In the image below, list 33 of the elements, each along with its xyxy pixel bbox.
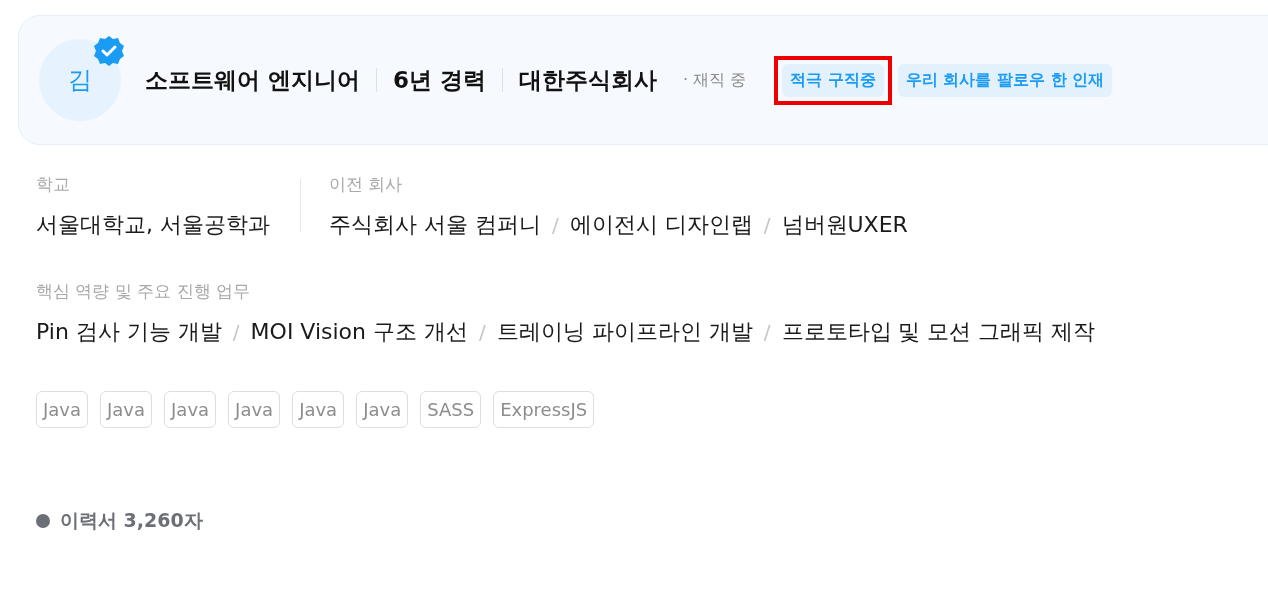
skill-tag: Java (292, 391, 345, 428)
school-name: 서울대학교, 서울공학과 (36, 211, 270, 239)
task-name: 프로토타입 및 모션 그래픽 제작 (781, 318, 1096, 346)
task-name: MOI Vision 구조 개선 (250, 318, 468, 346)
field-label: 이전 회사 (329, 173, 404, 196)
resume-length: 이력서 3,260자 (60, 508, 203, 533)
slash-separator: / (552, 213, 559, 237)
slash-separator: / (763, 320, 771, 344)
skill-tag: Java (228, 391, 281, 428)
task-name: 트레이닝 파이프라인 개발 (496, 318, 753, 346)
status-badge: 우리 회사를 팔로우 한 인재 (897, 63, 1113, 97)
company-name: 에이전시 디자인랩 (569, 211, 753, 239)
task-name: Pin 검사 기능 개발 (36, 318, 222, 346)
skill-tag: SASS (420, 391, 482, 428)
skill-tag: Java (164, 391, 217, 428)
company-name: 넘버원UXER (781, 211, 908, 239)
company-name: 주식회사 서울 컴퍼니 (329, 211, 541, 239)
skill-tag: Java (36, 391, 89, 428)
field-label: 핵심 역량 및 주요 진행 업무 (36, 280, 252, 303)
slash-separator: / (232, 320, 240, 344)
slash-separator: / (479, 320, 486, 344)
status-badge: 적극 구직중 (782, 63, 884, 97)
slash-separator: / (763, 213, 771, 237)
headline-text: 대한주식회사 (519, 65, 658, 95)
skill-tag: Java (100, 391, 153, 428)
skill-tag: Java (356, 391, 409, 428)
headline-text: 소프트웨어 엔지니어 (145, 65, 360, 95)
avatar: 김 (39, 39, 121, 121)
field-label: 학교 (36, 173, 71, 196)
bullet-icon (36, 514, 50, 528)
employment-status: · 재직 중 (683, 69, 747, 91)
headline-text: 6년 경력 (393, 65, 487, 95)
skill-tag: ExpressJS (493, 391, 595, 428)
